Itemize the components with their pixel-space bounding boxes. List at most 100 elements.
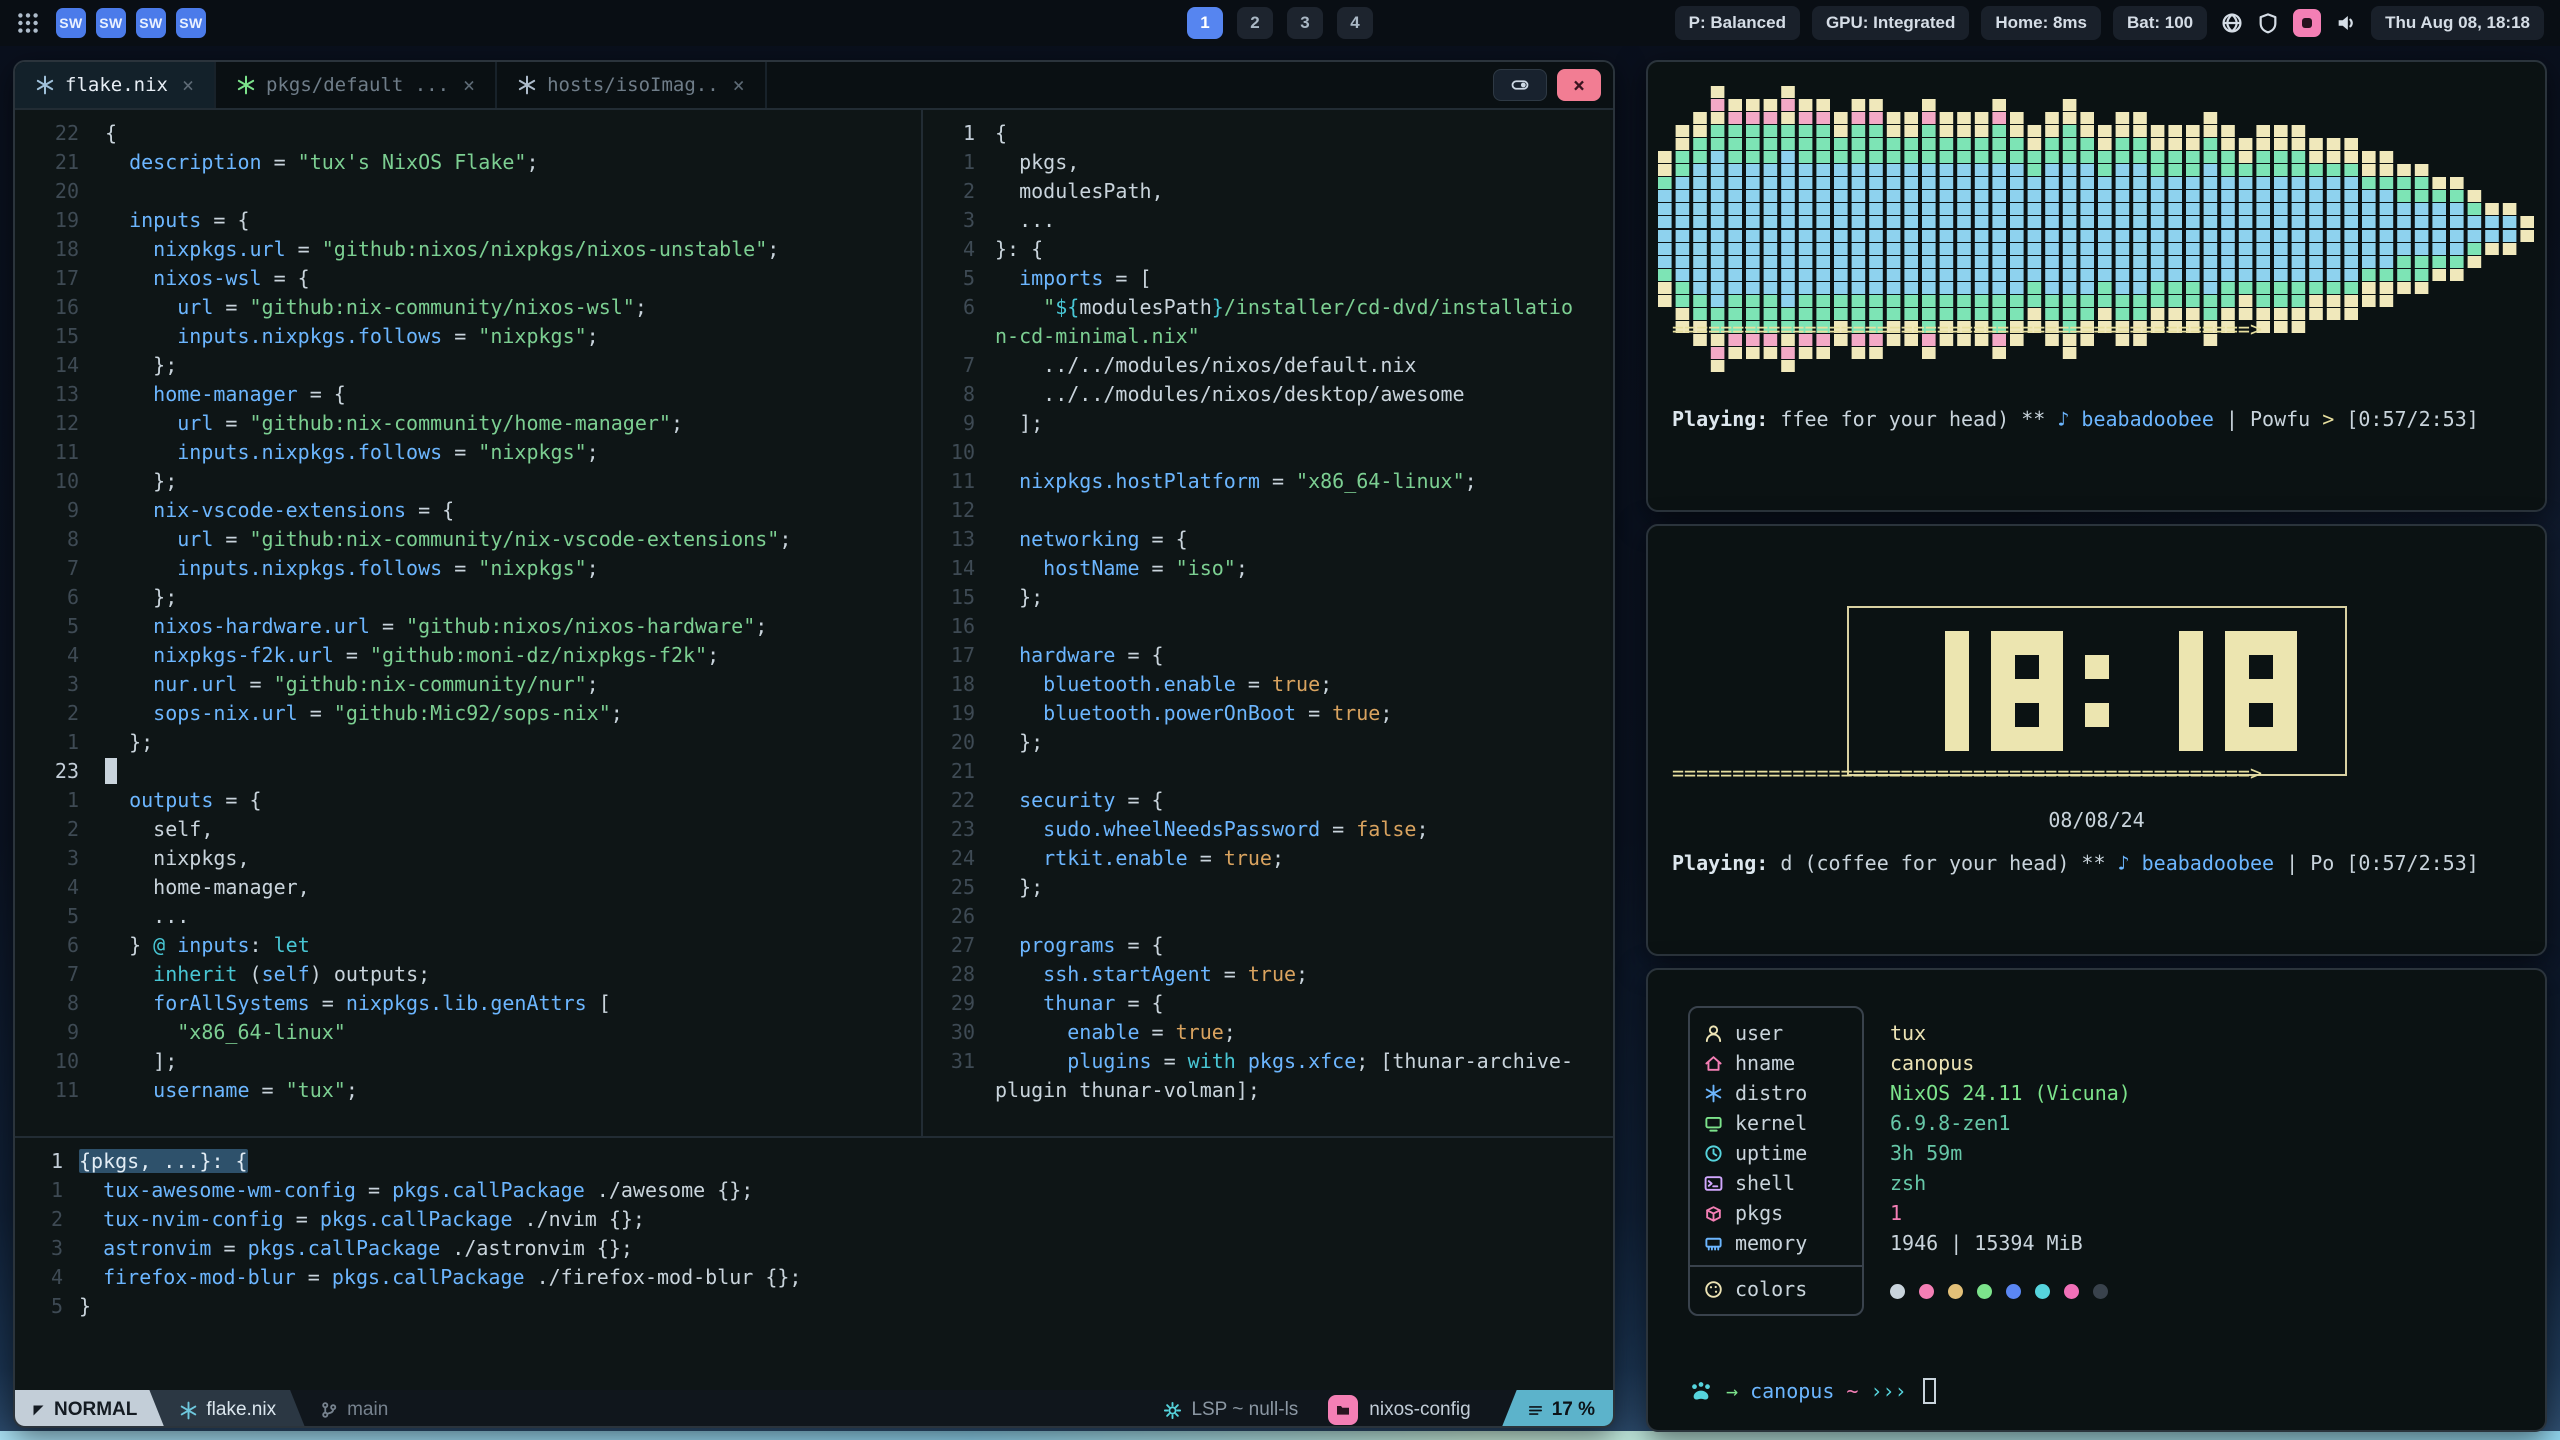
code-token: = (211, 1236, 247, 1260)
workspace-button-4[interactable]: 4 (1337, 7, 1373, 39)
tab-close-icon[interactable]: × (463, 73, 475, 97)
line-number: 12 (23, 411, 79, 435)
code-token: ; (346, 1078, 358, 1102)
topbar-clock[interactable]: Thu Aug 08, 18:18 (2371, 6, 2544, 40)
nix-icon (179, 1401, 198, 1420)
code-token: nixos-wsl (153, 266, 261, 290)
editor-tab[interactable]: flake.nix× (15, 62, 216, 108)
line-number: 27 (931, 933, 975, 957)
editor-pane-pkgs[interactable]: 1{pkgs, ...}: {1 tux-awesome-wm-config =… (15, 1138, 1613, 1390)
code-token: nixpkgs.url (153, 237, 285, 261)
code-token: modulesPath, (995, 179, 1164, 203)
code-line: 10 (931, 437, 1613, 466)
clock-cell (2249, 631, 2273, 655)
code-token: ; (526, 150, 538, 174)
network-icon[interactable] (2221, 12, 2243, 34)
line-number: 11 (931, 469, 975, 493)
workspace-button-2[interactable]: 2 (1237, 7, 1273, 39)
tab-label: pkgs/default ... (266, 74, 449, 96)
line-number: 10 (931, 440, 975, 464)
editor-pane-iso[interactable]: 1{1 pkgs,2 modulesPath,3 ...4}: {5 impor… (923, 110, 1613, 1136)
code-token: plugins (1067, 1049, 1151, 1073)
volume-icon[interactable] (2335, 12, 2357, 34)
code-token: = (442, 556, 478, 580)
workspace-tag[interactable]: SW (136, 8, 166, 38)
fetch-label: shell (1735, 1171, 1795, 1195)
code-line: 5} (23, 1291, 1613, 1320)
line-number: 15 (23, 324, 79, 348)
line-number: 31 (931, 1049, 975, 1073)
shell-prompt[interactable]: → canopus ~ ››› (1688, 1378, 1936, 1404)
tab-close-icon[interactable]: × (182, 73, 194, 97)
clock-cell (1991, 655, 2015, 679)
fetch-label: distro (1735, 1081, 1807, 1105)
code-token (995, 266, 1019, 290)
status-chip: Home: 8ms (1981, 6, 2101, 40)
code-token (105, 556, 177, 580)
workspace-tag[interactable]: SW (96, 8, 126, 38)
code-token: programs (1019, 933, 1115, 957)
workspace-button-3[interactable]: 3 (1287, 7, 1323, 39)
code-token: "tux" (286, 1078, 346, 1102)
code-token: "nixpkgs" (478, 324, 586, 348)
editor-pane-flake[interactable]: 22{21 description = "tux's NixOS Flake";… (15, 110, 921, 1136)
editor-tab[interactable]: hosts/isoImag..× (497, 62, 767, 108)
clock-cell (2085, 655, 2109, 679)
line-number: 20 (931, 730, 975, 754)
code-line: 14 }; (23, 350, 921, 379)
line-number: 1 (23, 730, 79, 754)
workspace-tag[interactable]: SW (176, 8, 206, 38)
code-token: bluetooth.enable (1043, 672, 1236, 696)
code-token: url (177, 411, 213, 435)
code-token (105, 1078, 153, 1102)
window-close-button[interactable]: × (1557, 69, 1601, 101)
text-span: → (1726, 1379, 1750, 1403)
code-token: firefox-mod-blur (103, 1265, 296, 1289)
fetch-value: 6.9.8-zen1 (1890, 1108, 2131, 1138)
code-line: 26 (931, 901, 1613, 930)
toggle-button[interactable] (1493, 69, 1547, 101)
statusline-file[interactable]: flake.nix (149, 1390, 306, 1428)
app-launcher-icon[interactable] (16, 11, 40, 35)
workspace-button-1[interactable]: 1 (1187, 7, 1223, 39)
code-line: 4}: { (931, 234, 1613, 263)
code-line: 3 nixpkgs, (23, 843, 921, 872)
clock-cell (1945, 655, 1969, 679)
code-token: ssh.startAgent (1043, 962, 1212, 986)
clock-cell (1921, 631, 1945, 655)
code-line: 3 ... (931, 205, 1613, 234)
fetch-row: hname (1690, 1048, 1862, 1078)
clock-cell (2131, 655, 2155, 679)
tab-close-icon[interactable]: × (733, 73, 745, 97)
code-token: ; (767, 237, 779, 261)
shield-icon[interactable] (2257, 12, 2279, 34)
paw-icon (1688, 1378, 1714, 1404)
code-token: = { (213, 788, 261, 812)
code-line: n-cd-minimal.nix" (931, 321, 1613, 350)
code-line: 7 inputs.nixpkgs.follows = "nixpkgs"; (23, 553, 921, 582)
clock-cell (2039, 655, 2063, 679)
code-token: : (250, 933, 274, 957)
code-token: = (213, 527, 249, 551)
line-number: 2 (23, 701, 79, 725)
workspace-tag[interactable]: SW (56, 8, 86, 38)
code-token: ; (1272, 846, 1284, 870)
indicator-badge[interactable] (2293, 9, 2321, 37)
project-indicator[interactable]: nixos-config (1328, 1395, 1470, 1425)
code-token (995, 1020, 1067, 1044)
line-number: 16 (23, 295, 79, 319)
fetch-row: uptime (1690, 1138, 1862, 1168)
editor-tab[interactable]: pkgs/default ... × (216, 62, 497, 108)
code-token: = (298, 701, 334, 725)
code-token: ; (671, 411, 683, 435)
project-badge (1328, 1395, 1358, 1425)
git-branch[interactable]: main (320, 1390, 388, 1428)
text-span: Playing: (1672, 407, 1780, 431)
code-token (105, 208, 129, 232)
fetch-row-colors: colors (1690, 1274, 1862, 1304)
fetch-row: distro (1690, 1078, 1862, 1108)
line-number: 1 (23, 1178, 63, 1202)
line-number: 21 (931, 759, 975, 783)
code-token: "x86_64-linux" (177, 1020, 346, 1044)
line-number: 9 (23, 1020, 79, 1044)
